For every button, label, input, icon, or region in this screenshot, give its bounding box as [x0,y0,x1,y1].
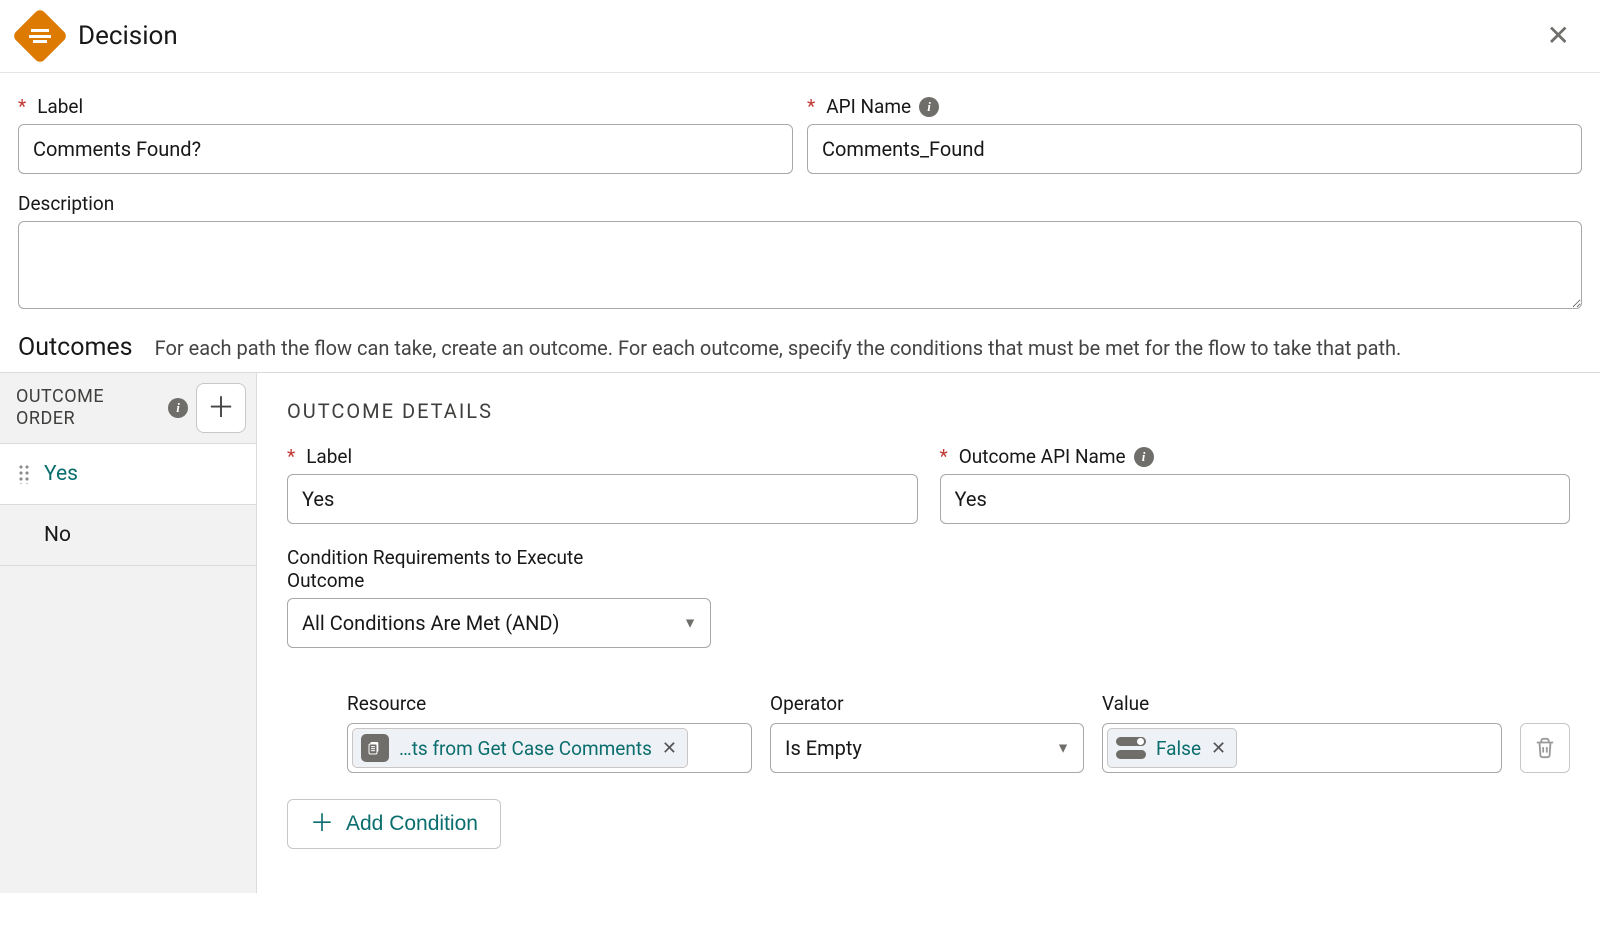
outcome-order-header: OUTCOME ORDER i ＋ [0,373,256,444]
outcome-api-label-text: Outcome API Name [959,445,1126,468]
operator-select[interactable]: Is Empty [770,723,1084,773]
plus-icon: ＋ [310,812,334,836]
label-field-label: Label [18,95,793,118]
api-name-label: API Name i [807,95,1582,118]
outcome-label-label: Label [287,445,918,468]
decision-icon [12,8,69,65]
clear-value-icon[interactable]: ✕ [1211,738,1226,759]
outcome-item-label: Yes [44,462,78,486]
value-pill-text: False [1156,737,1201,760]
description-label: Description [18,192,1582,215]
outcome-item-yes[interactable]: Yes [0,444,256,505]
operator-label: Operator [770,692,1084,715]
value-label: Value [1102,692,1502,715]
info-icon[interactable]: i [1134,447,1154,467]
outcome-details-panel: OUTCOME DETAILS Label Outcome API Name i… [257,373,1600,893]
boolean-icon [1116,737,1146,759]
condition-req-select[interactable]: All Conditions Are Met (AND) [287,598,711,648]
api-name-label-text: API Name [826,95,911,118]
outcomes-split: OUTCOME ORDER i ＋ Yes No OUTCOME DETAILS… [0,372,1600,893]
value-input[interactable]: False ✕ [1102,723,1502,773]
modal-title: Decision [78,21,1537,51]
outcomes-heading: Outcomes For each path the flow can take… [0,309,1600,372]
close-button[interactable]: ✕ [1537,16,1580,56]
condition-req-label: Condition Requirements to Execute Outcom… [287,546,647,592]
outcomes-subtitle: For each path the flow can take, create … [155,336,1402,360]
label-input[interactable] [18,124,793,174]
description-input[interactable] [18,221,1582,309]
decision-form: Label API Name i Description [0,73,1600,309]
clear-resource-icon[interactable]: ✕ [662,738,677,759]
info-icon[interactable]: i [168,398,188,418]
outcome-item-no[interactable]: No [0,505,256,566]
resource-input[interactable]: …ts from Get Case Comments ✕ [347,723,752,773]
delete-condition-button[interactable] [1520,723,1570,773]
add-condition-button[interactable]: ＋ Add Condition [287,799,501,849]
resource-pill-text: …ts from Get Case Comments [399,737,652,760]
condition-row: Resource …ts from Get Case Comments ✕ Op… [287,692,1570,773]
modal-header: Decision ✕ [0,0,1600,73]
add-outcome-button[interactable]: ＋ [196,383,246,433]
info-icon[interactable]: i [919,97,939,117]
outcome-order-sidebar: OUTCOME ORDER i ＋ Yes No [0,373,257,893]
add-condition-label: Add Condition [346,812,478,836]
outcome-api-label: Outcome API Name i [940,445,1571,468]
outcomes-title: Outcomes [18,333,133,362]
outcome-item-label: No [44,523,71,547]
trash-icon [1534,736,1556,760]
decision-modal: Decision ✕ Label API Name i Description … [0,0,1600,893]
outcome-order-label: OUTCOME ORDER [16,386,168,431]
outcome-details-header: OUTCOME DETAILS [287,399,1570,423]
drag-handle-icon[interactable] [18,464,30,484]
api-name-input[interactable] [807,124,1582,174]
resource-label: Resource [347,692,752,715]
record-collection-icon [361,734,389,762]
outcome-label-input[interactable] [287,474,918,524]
outcome-api-input[interactable] [940,474,1571,524]
